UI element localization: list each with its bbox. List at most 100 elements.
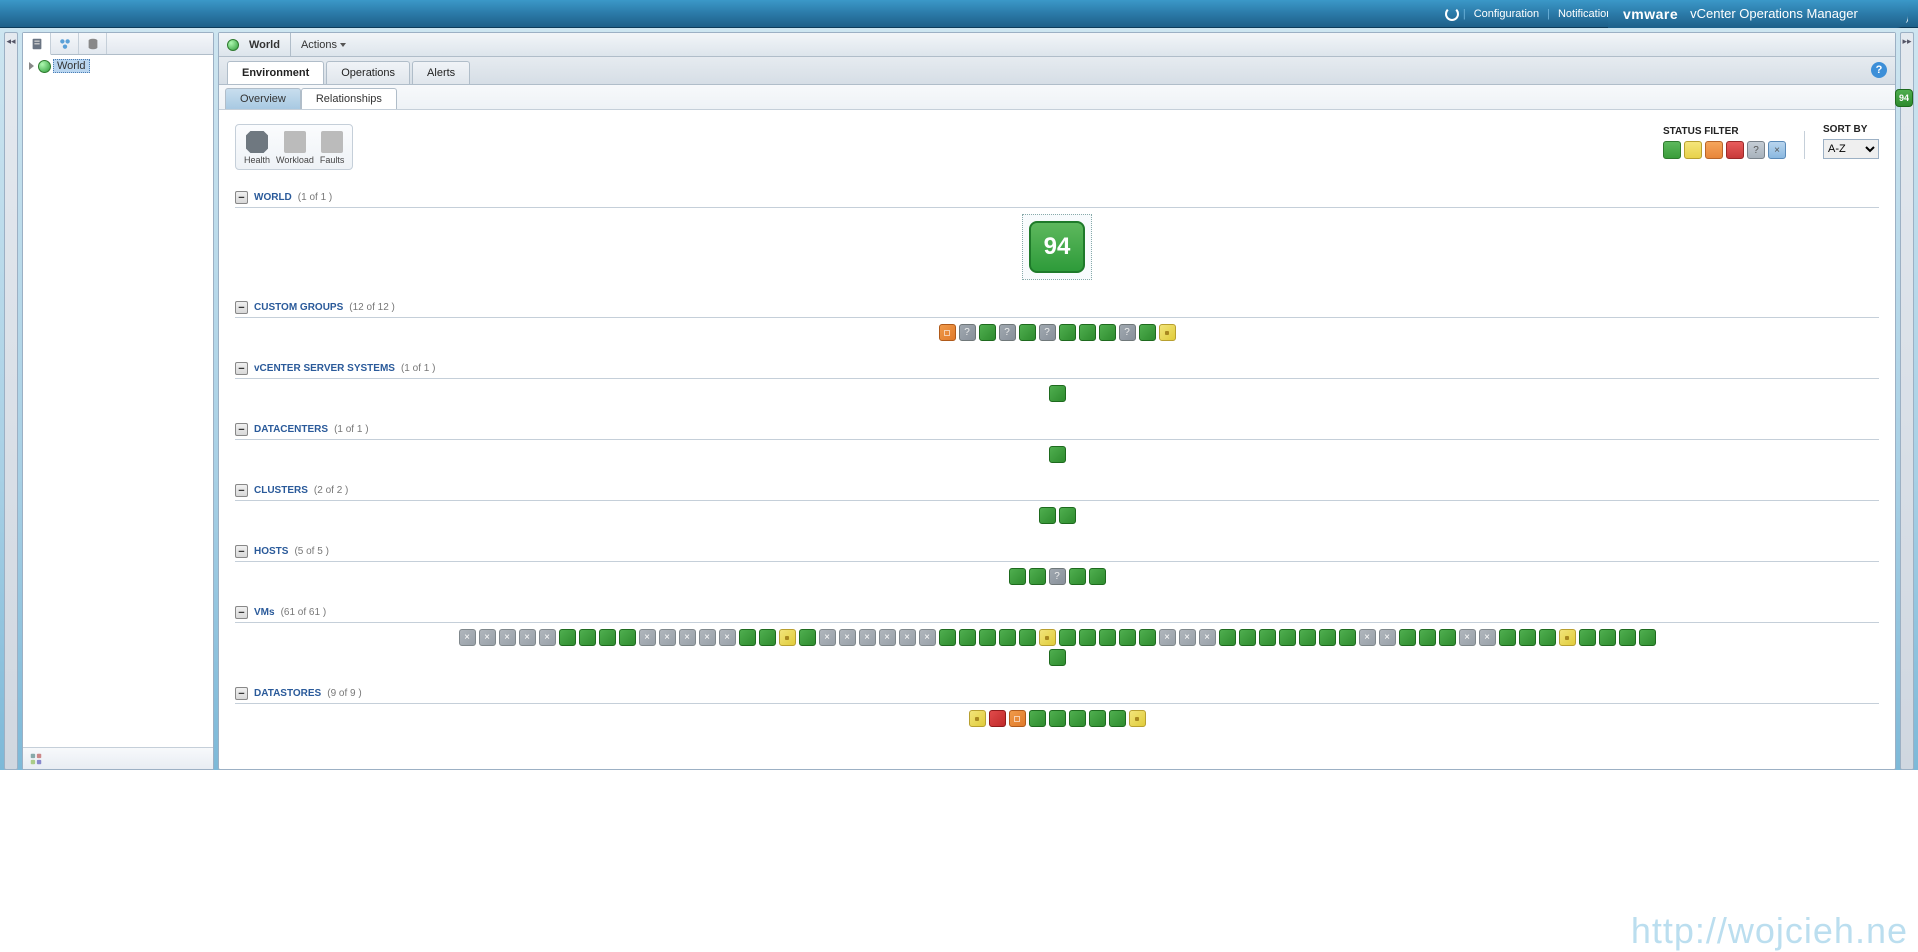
status-square[interactable]: ×: [879, 629, 896, 646]
score-rail-badge[interactable]: 94: [1895, 89, 1913, 107]
status-square[interactable]: ×: [719, 629, 736, 646]
status-square[interactable]: [1239, 629, 1256, 646]
status-square[interactable]: [1029, 710, 1046, 727]
status-square[interactable]: ?: [999, 324, 1016, 341]
status-square[interactable]: [1159, 324, 1176, 341]
status-square[interactable]: [1119, 629, 1136, 646]
collapse-button[interactable]: −: [235, 301, 248, 314]
sort-by-select[interactable]: A-Z: [1823, 139, 1879, 159]
status-square[interactable]: ×: [499, 629, 516, 646]
status-square[interactable]: [939, 324, 956, 341]
status-square[interactable]: ×: [859, 629, 876, 646]
subtab-overview[interactable]: Overview: [225, 88, 301, 109]
filter-yellow[interactable]: [1684, 141, 1702, 159]
sidebar-tab-groups[interactable]: [51, 33, 79, 54]
collapse-right[interactable]: ▸▸: [1900, 32, 1914, 770]
status-square[interactable]: ×: [1199, 629, 1216, 646]
collapse-button[interactable]: −: [235, 545, 248, 558]
status-square[interactable]: ×: [1459, 629, 1476, 646]
status-square[interactable]: [1099, 324, 1116, 341]
status-square[interactable]: ×: [519, 629, 536, 646]
collapse-button[interactable]: −: [235, 362, 248, 375]
status-square[interactable]: [1579, 629, 1596, 646]
status-square[interactable]: ×: [839, 629, 856, 646]
status-square[interactable]: ×: [679, 629, 696, 646]
status-square[interactable]: [1279, 629, 1296, 646]
tab-environment[interactable]: Environment: [227, 61, 324, 84]
status-square[interactable]: [1079, 629, 1096, 646]
status-square[interactable]: [1039, 507, 1056, 524]
expand-icon[interactable]: [29, 62, 34, 70]
status-square[interactable]: ×: [919, 629, 936, 646]
status-square[interactable]: [1039, 629, 1056, 646]
status-square[interactable]: [1099, 629, 1116, 646]
status-square[interactable]: [969, 710, 986, 727]
sidebar-tab-datastores[interactable]: [79, 33, 107, 54]
status-square[interactable]: [1319, 629, 1336, 646]
group-name[interactable]: CUSTOM GROUPS: [254, 302, 343, 313]
tab-alerts[interactable]: Alerts: [412, 61, 470, 84]
status-square[interactable]: [999, 629, 1016, 646]
status-square[interactable]: [759, 629, 776, 646]
status-square[interactable]: [1639, 629, 1656, 646]
group-name[interactable]: WORLD: [254, 192, 292, 203]
status-square[interactable]: ×: [819, 629, 836, 646]
status-square[interactable]: [739, 629, 756, 646]
filter-unknown[interactable]: ?: [1747, 141, 1765, 159]
status-square[interactable]: [579, 629, 596, 646]
status-square[interactable]: [1259, 629, 1276, 646]
sidebar-tab-hosts[interactable]: [23, 33, 51, 55]
status-square[interactable]: ×: [459, 629, 476, 646]
link-configuration[interactable]: Configuration: [1466, 8, 1547, 20]
status-square[interactable]: [1089, 710, 1106, 727]
status-square[interactable]: [559, 629, 576, 646]
status-square[interactable]: [1059, 324, 1076, 341]
refresh-icon[interactable]: [1445, 7, 1459, 21]
status-square[interactable]: [1599, 629, 1616, 646]
status-square[interactable]: [1049, 385, 1066, 402]
status-square[interactable]: [1499, 629, 1516, 646]
status-square[interactable]: [1399, 629, 1416, 646]
status-square[interactable]: [1339, 629, 1356, 646]
status-square[interactable]: [1619, 629, 1636, 646]
status-square[interactable]: ×: [1359, 629, 1376, 646]
collapse-button[interactable]: −: [235, 687, 248, 700]
status-square[interactable]: [1049, 649, 1066, 666]
metric-workload[interactable]: Workload: [276, 131, 314, 165]
status-square[interactable]: ?: [1119, 324, 1136, 341]
status-square[interactable]: [979, 324, 996, 341]
filter-red[interactable]: [1726, 141, 1744, 159]
collapse-button[interactable]: −: [235, 484, 248, 497]
status-square[interactable]: [979, 629, 996, 646]
status-square[interactable]: [619, 629, 636, 646]
group-name[interactable]: CLUSTERS: [254, 485, 308, 496]
status-square[interactable]: ×: [479, 629, 496, 646]
collapse-button[interactable]: −: [235, 606, 248, 619]
status-square[interactable]: [1139, 324, 1156, 341]
collapse-left[interactable]: ◂◂: [4, 32, 18, 770]
status-square[interactable]: [1539, 629, 1556, 646]
status-square[interactable]: [1019, 629, 1036, 646]
filter-orange[interactable]: [1705, 141, 1723, 159]
status-square[interactable]: [1519, 629, 1536, 646]
filter-offline[interactable]: ×: [1768, 141, 1786, 159]
status-square[interactable]: ×: [1159, 629, 1176, 646]
status-square[interactable]: [1559, 629, 1576, 646]
actions-dropdown[interactable]: Actions: [290, 33, 346, 56]
group-name[interactable]: DATACENTERS: [254, 424, 328, 435]
tab-operations[interactable]: Operations: [326, 61, 410, 84]
status-square[interactable]: [1049, 446, 1066, 463]
collapse-button[interactable]: −: [235, 191, 248, 204]
status-square[interactable]: [1019, 324, 1036, 341]
world-score-badge[interactable]: 94: [1029, 221, 1085, 273]
status-square[interactable]: [989, 710, 1006, 727]
status-square[interactable]: [1009, 568, 1026, 585]
status-square[interactable]: [1129, 710, 1146, 727]
status-square[interactable]: [1079, 324, 1096, 341]
status-square[interactable]: ×: [1479, 629, 1496, 646]
status-square[interactable]: [599, 629, 616, 646]
status-square[interactable]: [939, 629, 956, 646]
status-square[interactable]: [1109, 710, 1126, 727]
status-square[interactable]: ×: [899, 629, 916, 646]
status-square[interactable]: ×: [539, 629, 556, 646]
